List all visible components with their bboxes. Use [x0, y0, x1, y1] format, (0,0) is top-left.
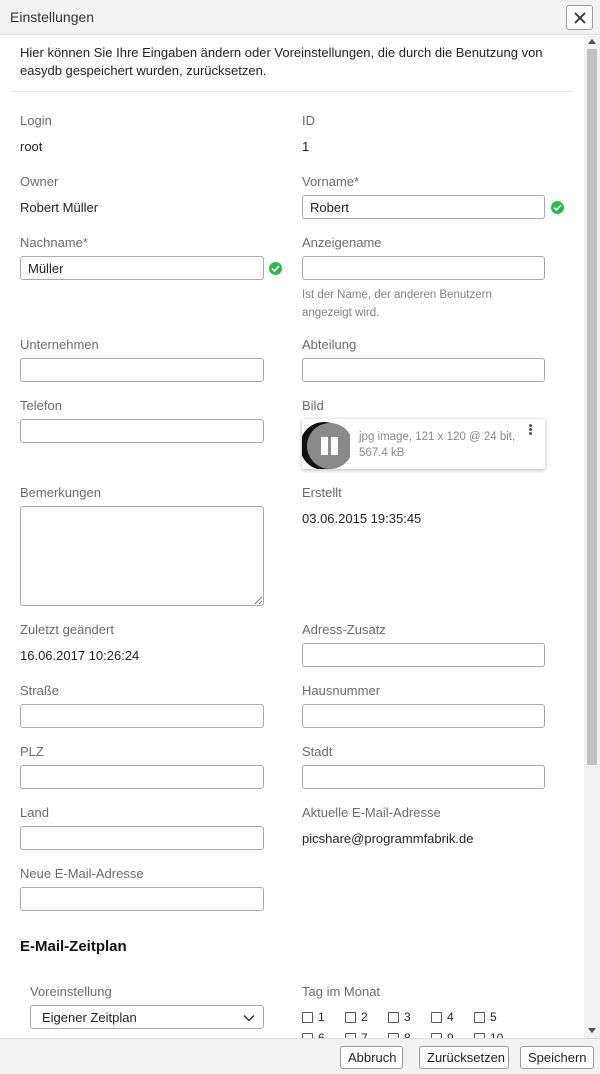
vorname-valid-icon [551, 201, 564, 214]
anzeigename-hint: Ist der Name, der anderen Benutzern ange… [302, 289, 492, 319]
dialog-footer: Abbruch Zurücksetzen Speichern [0, 1038, 600, 1074]
vertical-scrollbar[interactable] [584, 36, 600, 1038]
stadt-label: Stadt [302, 744, 333, 759]
owner-value: Robert Müller [20, 200, 99, 215]
adresszusatz-label: Adress-Zusatz [302, 622, 386, 637]
day-checkbox-5[interactable]: 5 [474, 1010, 497, 1024]
plz-label: PLZ [20, 744, 44, 759]
day-checkbox-8[interactable]: 8 [388, 1031, 411, 1038]
image-card[interactable]: jpg image, 121 x 120 @ 24 bit, 567.4 kB [302, 419, 545, 469]
aktuelle-email-label: Aktuelle E-Mail-Adresse [302, 805, 441, 820]
vorname-label: Vorname* [302, 174, 360, 189]
bild-label: Bild [302, 398, 324, 413]
bemerkungen-label: Bemerkungen [20, 485, 101, 500]
scroll-up-arrow-icon[interactable] [588, 39, 596, 44]
adresszusatz-input[interactable] [302, 643, 545, 667]
intro-text: Hier können Sie Ihre Eingaben ändern ode… [20, 45, 543, 78]
day-label: 5 [490, 1010, 497, 1024]
hausnummer-input[interactable] [302, 704, 545, 728]
day-label: 9 [447, 1031, 454, 1038]
day-label: 8 [404, 1031, 411, 1038]
bemerkungen-textarea[interactable] [20, 506, 264, 606]
hausnummer-label: Hausnummer [302, 683, 381, 698]
login-label: Login [20, 113, 52, 128]
land-input[interactable] [20, 826, 264, 850]
checkbox-box[interactable] [431, 1011, 442, 1023]
owner-label: Owner [20, 174, 59, 189]
neue-email-input[interactable] [20, 887, 264, 911]
checkbox-box[interactable] [474, 1011, 485, 1023]
close-icon [574, 12, 586, 24]
day-label: 4 [447, 1010, 454, 1024]
land-label: Land [20, 805, 49, 820]
day-checkbox-2[interactable]: 2 [345, 1010, 368, 1024]
erstellt-value: 03.06.2015 19:35:45 [302, 511, 422, 526]
schedule-title: E-Mail-Zeitplan [20, 938, 127, 955]
nachname-input[interactable] [20, 256, 264, 280]
unternehmen-input[interactable] [20, 358, 264, 382]
settings-content: Hier können Sie Ihre Eingaben ändern ode… [0, 36, 584, 1038]
preset-label: Voreinstellung [30, 984, 112, 999]
anzeigename-input[interactable] [302, 256, 545, 280]
abteilung-label: Abteilung [302, 337, 357, 352]
zuletzt-label: Zuletzt geändert [20, 622, 114, 637]
telefon-label: Telefon [20, 398, 62, 413]
checkbox-box[interactable] [302, 1011, 313, 1023]
preset-value: Eigener Zeitplan [42, 1010, 137, 1025]
chevron-down-icon [243, 1014, 255, 1022]
vorname-input[interactable] [302, 195, 545, 219]
day-label: 6 [318, 1031, 325, 1038]
day-label: 1 [318, 1010, 325, 1024]
abteilung-input[interactable] [302, 358, 545, 382]
checkbox-box[interactable] [345, 1011, 356, 1023]
reset-button[interactable]: Zurücksetzen [419, 1046, 509, 1069]
stadt-input[interactable] [302, 765, 545, 789]
day-label: 3 [404, 1010, 411, 1024]
unternehmen-label: Unternehmen [20, 337, 99, 352]
strasse-input[interactable] [20, 704, 264, 728]
dialog-title: Einstellungen [10, 9, 95, 25]
neue-email-label: Neue E-Mail-Adresse [20, 866, 144, 881]
scroll-down-arrow-icon[interactable] [588, 1028, 596, 1033]
aktuelle-email-value: picshare@programmfabrik.de [302, 831, 474, 846]
id-value: 1 [302, 139, 310, 154]
checkbox-box[interactable] [388, 1011, 399, 1023]
day-checkbox-6[interactable]: 6 [302, 1031, 325, 1038]
day-checkbox-4[interactable]: 4 [431, 1010, 454, 1024]
zuletzt-value: 16.06.2017 10:26:24 [20, 648, 140, 663]
image-info: jpg image, 121 x 120 @ 24 bit, 567.4 kB [359, 431, 516, 459]
erstellt-label: Erstellt [302, 485, 342, 500]
day-checkbox-10[interactable]: 10 [474, 1031, 503, 1038]
day-label: 10 [490, 1031, 504, 1038]
day-checkbox-3[interactable]: 3 [388, 1010, 411, 1024]
plz-input[interactable] [20, 765, 264, 789]
nachname-label: Nachname* [20, 235, 88, 250]
day-checkbox-9[interactable]: 9 [431, 1031, 454, 1038]
save-button[interactable]: Speichern [520, 1046, 594, 1069]
day-checkbox-1[interactable]: 1 [302, 1010, 325, 1024]
day-label: 7 [361, 1031, 368, 1038]
day-label: 2 [361, 1010, 368, 1024]
login-value: root [20, 139, 43, 154]
day-of-month-label: Tag im Monat [302, 984, 381, 999]
divider [10, 91, 574, 92]
dialog-titlebar: Einstellungen [0, 0, 600, 35]
nachname-valid-icon [269, 262, 282, 275]
strasse-label: Straße [20, 683, 60, 698]
day-checkbox-7[interactable]: 7 [345, 1031, 368, 1038]
image-thumbnail[interactable] [302, 422, 350, 469]
cancel-button[interactable]: Abbruch [340, 1046, 403, 1069]
preset-select[interactable]: Eigener Zeitplan [30, 1005, 264, 1029]
anzeigename-label: Anzeigename [302, 235, 382, 250]
telefon-input[interactable] [20, 419, 264, 443]
more-vertical-icon[interactable] [526, 424, 534, 438]
close-button[interactable] [566, 5, 593, 30]
scrollbar-thumb[interactable] [587, 49, 597, 765]
id-label: ID [302, 113, 315, 128]
